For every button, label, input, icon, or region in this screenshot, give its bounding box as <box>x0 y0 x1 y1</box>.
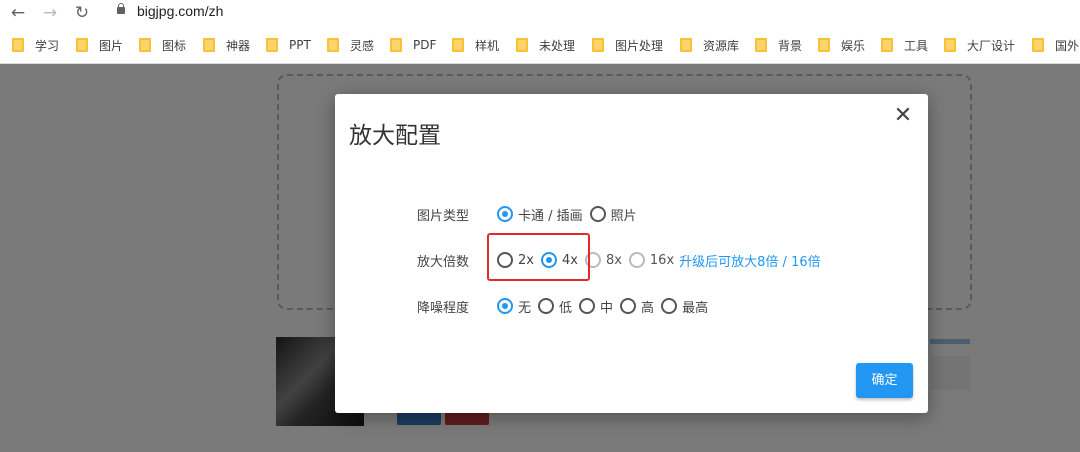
bookmark-item[interactable]: 图标 <box>139 36 186 54</box>
bookmark-item[interactable]: 国外 <box>1032 36 1079 54</box>
image-type-label: 图片类型 <box>417 208 470 224</box>
bookmark-item[interactable]: 娱乐 <box>818 36 865 54</box>
reload-icon[interactable]: ↻ <box>72 3 92 23</box>
bookmark-item[interactable]: PPT <box>266 36 311 54</box>
radio-circle-icon <box>497 252 513 268</box>
radio-noise-medium[interactable]: 中 <box>579 297 613 316</box>
radio-circle-icon <box>620 298 637 314</box>
radio-photo[interactable]: 照片 <box>589 205 637 224</box>
folder-icon <box>12 38 24 52</box>
bookmark-item[interactable]: 学习 <box>12 36 59 54</box>
noise-reduction-row: 降噪程度 无 低 中 高 最高 <box>417 296 715 316</box>
bookmark-item[interactable]: 灵感 <box>327 36 374 54</box>
radio-noise-high[interactable]: 高 <box>620 297 654 316</box>
close-icon[interactable]: ✕ <box>892 105 914 127</box>
folder-icon <box>944 38 956 52</box>
folder-icon <box>881 38 893 52</box>
bookmark-item[interactable]: 工具 <box>881 36 928 54</box>
folder-icon <box>139 38 151 52</box>
upgrade-link[interactable]: 升级后可放大8倍 / 16倍 <box>679 251 820 270</box>
folder-icon <box>680 38 692 52</box>
bookmark-item[interactable]: 大厂设计 <box>944 36 1015 54</box>
url-field[interactable]: bigjpg.com/zh <box>137 3 223 19</box>
bookmark-item[interactable]: 背景 <box>755 36 802 54</box>
radio-circle-icon <box>579 298 596 314</box>
radio-4x[interactable]: 4x <box>540 252 578 268</box>
radio-noise-highest[interactable]: 最高 <box>661 297 708 316</box>
radio-8x[interactable]: 8x <box>584 252 622 268</box>
radio-circle-icon <box>628 252 645 268</box>
folder-icon <box>592 38 604 52</box>
folder-icon <box>818 38 830 52</box>
radio-circle-icon <box>661 298 678 314</box>
bookmark-item[interactable]: 图片 <box>76 36 123 54</box>
scale-label: 放大倍数 <box>417 254 470 270</box>
noise-reduction-label: 降噪程度 <box>417 300 470 316</box>
radio-16x[interactable]: 16x <box>628 252 674 268</box>
bookmark-item[interactable]: 资源库 <box>680 36 739 54</box>
folder-icon <box>76 38 88 52</box>
folder-icon <box>203 38 215 52</box>
folder-icon <box>452 38 464 52</box>
folder-icon <box>1032 38 1044 52</box>
folder-icon <box>327 38 339 52</box>
radio-circle-icon <box>584 252 601 268</box>
folder-icon <box>516 38 528 52</box>
dialog-title: 放大配置 <box>349 123 441 149</box>
radio-2x[interactable]: 2x <box>497 252 534 268</box>
scale-row: 放大倍数 2x 4x 8x 16x 升级后可放大8倍 / 16倍 <box>417 250 821 270</box>
radio-circle-icon <box>497 206 513 222</box>
folder-icon <box>390 38 402 52</box>
lock-icon <box>117 3 125 14</box>
image-type-row: 图片类型 卡通 / 插画 照片 <box>417 204 644 224</box>
back-arrow-icon[interactable]: ← <box>8 3 28 23</box>
radio-circle-icon <box>589 206 606 222</box>
folder-icon <box>755 38 767 52</box>
radio-circle-icon <box>538 298 555 314</box>
bookmark-item[interactable]: 图片处理 <box>592 36 663 54</box>
forward-arrow-icon[interactable]: → <box>40 3 60 23</box>
radio-circle-icon <box>540 252 557 268</box>
bookmark-item[interactable]: PDF <box>390 36 436 54</box>
confirm-button[interactable]: 确定 <box>856 363 913 398</box>
radio-noise-low[interactable]: 低 <box>538 297 572 316</box>
upscale-config-dialog: 放大配置 ✕ 图片类型 卡通 / 插画 照片 放大倍数 2x 4x 8x 16x… <box>335 94 928 413</box>
folder-icon <box>266 38 278 52</box>
address-bar: ← → ↻ bigjpg.com/zh <box>0 0 1080 27</box>
radio-circle-icon <box>497 298 513 314</box>
bookmark-item[interactable]: 样机 <box>452 36 499 54</box>
bookmark-item[interactable]: 神器 <box>203 36 250 54</box>
radio-cartoon[interactable]: 卡通 / 插画 <box>497 205 583 224</box>
radio-noise-none[interactable]: 无 <box>497 297 531 316</box>
bookmarks-bar: 学习 图片 图标 神器 PPT 灵感 PDF 样机 未处理 图片处理 资源库 背… <box>0 27 1080 64</box>
bookmark-item[interactable]: 未处理 <box>516 36 575 54</box>
